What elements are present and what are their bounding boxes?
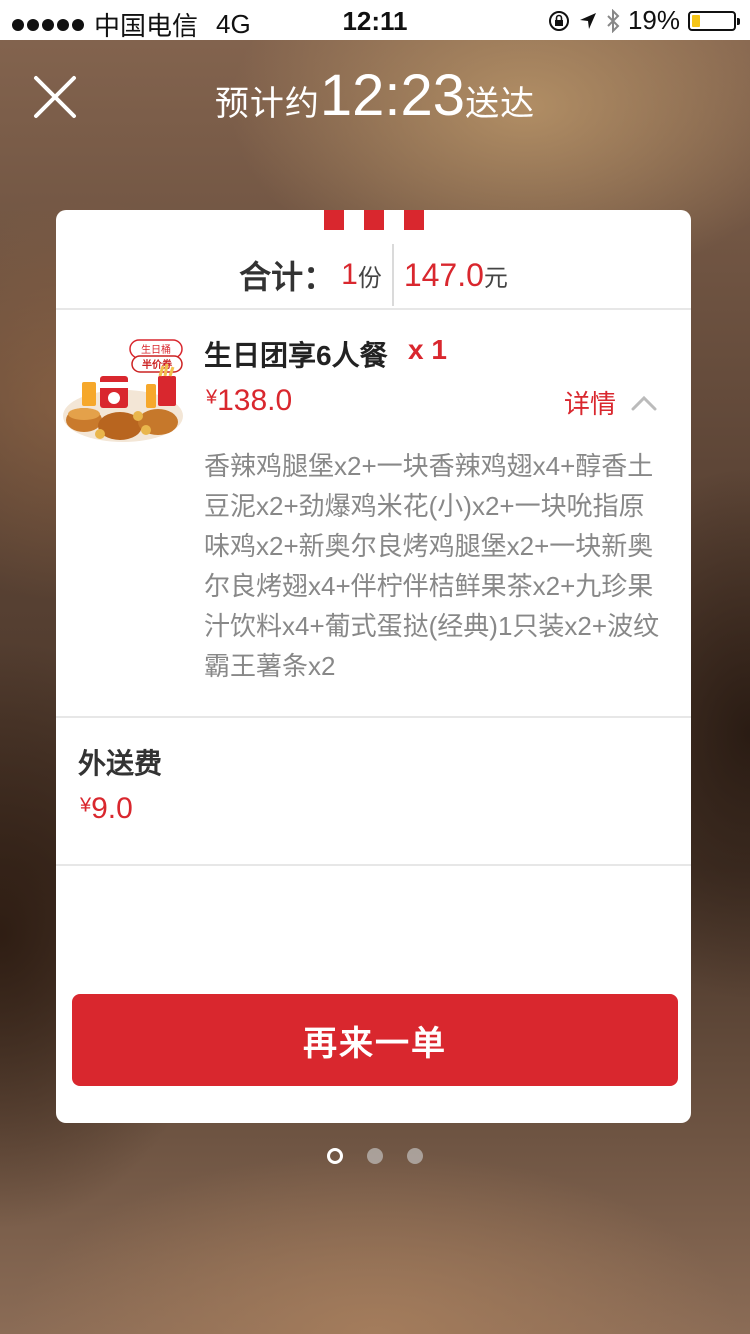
delivery-fee-price: ¥9.0 (80, 792, 133, 826)
currency-symbol: ¥ (80, 794, 92, 817)
detail-label: 详情 (564, 389, 617, 419)
product-image: 生日桶 半价券 (63, 339, 183, 442)
divider (56, 308, 691, 310)
product-quantity: x 1 (408, 334, 447, 365)
detail-toggle-button[interactable]: 详情 (564, 384, 658, 421)
divider (56, 716, 691, 718)
page-indicator (0, 1148, 750, 1164)
page-title: 预计约12:23送达 (0, 62, 750, 129)
title-suffix: 送达 (465, 85, 536, 123)
page-dot-1[interactable] (327, 1148, 343, 1164)
brand-stripes (324, 210, 424, 230)
reorder-button[interactable]: 再来一单 (72, 994, 678, 1086)
title-prefix: 预计约 (214, 85, 320, 123)
battery-percent: 19% (627, 5, 680, 35)
divider (56, 864, 691, 866)
battery-fill (692, 14, 700, 27)
location-arrow-icon (579, 12, 596, 29)
battery-icon (688, 10, 740, 31)
product-name: 生日团享6人餐 (204, 340, 388, 371)
status-bar: 中国电信 4G 12:11 19% (0, 0, 750, 41)
order-summary: 合计： 1 份 147.0 元 (56, 240, 691, 310)
status-right: 19% (548, 5, 740, 36)
summary-total-unit: 元 (483, 264, 508, 292)
summary-total: 147.0 (403, 256, 484, 293)
summary-divider (391, 244, 394, 306)
chevron-up-icon (631, 395, 657, 410)
summary-count-unit: 份 (357, 264, 382, 292)
currency-symbol: ¥ (206, 386, 218, 409)
page-dot-3[interactable] (407, 1148, 423, 1164)
order-card: 合计： 1 份 147.0 元 生日桶 半价券 生日团享6人餐 x 1 ¥138… (56, 210, 691, 1123)
page-dot-2[interactable] (367, 1148, 383, 1164)
price-value: 138.0 (217, 384, 293, 417)
orientation-lock-icon (548, 10, 569, 31)
eta-time: 12:23 (319, 63, 466, 128)
product-price: ¥138.0 (206, 384, 292, 418)
summary-label: 合计： (239, 259, 336, 295)
bluetooth-icon (607, 8, 620, 33)
fee-value: 9.0 (91, 792, 133, 825)
delivery-fee-label: 外送费 (78, 748, 163, 779)
summary-count: 1 (341, 258, 358, 291)
image-badge-small: 生日桶 (141, 343, 171, 356)
product-description: 香辣鸡腿堡x2+一块香辣鸡翅x4+醇香土豆泥x2+劲爆鸡米花(小)x2+一块吮指… (204, 451, 660, 681)
